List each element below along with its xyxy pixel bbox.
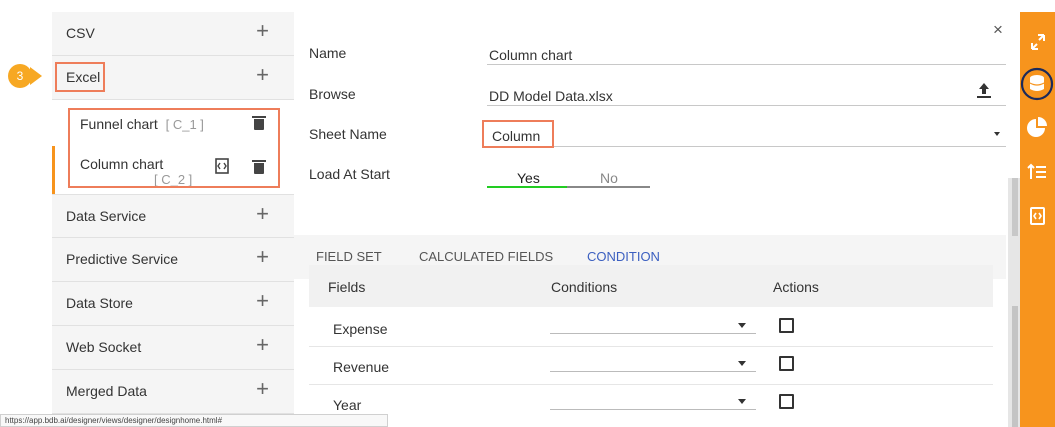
browse-label: Browse — [309, 86, 356, 102]
items-highlight-box — [68, 108, 280, 188]
connector-row-merged-data[interactable]: Merged Data + — [52, 370, 294, 414]
upload-icon[interactable] — [977, 83, 991, 99]
condition-select[interactable] — [550, 409, 756, 410]
action-checkbox[interactable] — [779, 318, 794, 333]
header-conditions: Conditions — [551, 279, 618, 295]
yes-selected-underline — [487, 186, 567, 188]
condition-grid-header: Fields Conditions Actions — [309, 265, 993, 307]
tab-field-set[interactable]: FIELD SET — [316, 249, 382, 264]
add-icon[interactable]: + — [256, 202, 269, 226]
condition-select[interactable] — [550, 333, 756, 334]
condition-select[interactable] — [550, 371, 756, 372]
load-no-option[interactable]: No — [600, 170, 618, 186]
connector-row-predictive-service[interactable]: Predictive Service + — [52, 238, 294, 282]
name-input[interactable]: Column chart — [489, 47, 572, 63]
sort-order-icon[interactable] — [1020, 152, 1055, 192]
connector-row-data-service[interactable]: Data Service + — [52, 194, 294, 238]
add-icon[interactable]: + — [256, 63, 269, 87]
pie-chart-icon[interactable] — [1020, 108, 1055, 148]
add-icon[interactable]: + — [256, 377, 269, 401]
sheet-name-label: Sheet Name — [309, 126, 387, 142]
sheet-highlight-box — [482, 120, 554, 148]
connector-label: Data Service — [66, 208, 147, 224]
connector-row-data-store[interactable]: Data Store + — [52, 282, 294, 326]
script-icon[interactable] — [1020, 196, 1055, 236]
no-underline — [567, 186, 650, 188]
connector-label: Predictive Service — [66, 251, 179, 267]
excel-highlight-box — [55, 62, 105, 92]
table-row: Revenue — [309, 347, 993, 385]
add-icon[interactable]: + — [256, 245, 269, 269]
name-underline — [487, 64, 1006, 65]
browse-input[interactable]: DD Model Data.xlsx — [489, 88, 613, 104]
field-name: Year — [333, 397, 362, 413]
load-yes-option[interactable]: Yes — [517, 170, 540, 186]
load-at-start-label: Load At Start — [309, 166, 390, 182]
browse-underline — [487, 105, 1006, 106]
properties-toolbar — [1020, 12, 1055, 427]
step-badge: 3 — [8, 64, 32, 88]
connector-label: Merged Data — [66, 383, 147, 399]
header-actions: Actions — [773, 279, 819, 295]
expand-icon[interactable] — [1020, 22, 1055, 62]
add-icon[interactable]: + — [256, 289, 269, 313]
step-arrow — [30, 67, 42, 85]
connector-label: Data Store — [66, 295, 133, 311]
chevron-down-icon[interactable] — [738, 399, 746, 404]
sheet-underline — [487, 146, 1006, 147]
action-checkbox[interactable] — [779, 356, 794, 371]
chevron-down-icon[interactable] — [738, 323, 746, 328]
scrollbar-thumb[interactable] — [1012, 306, 1018, 427]
field-name: Revenue — [333, 359, 390, 375]
chevron-down-icon[interactable] — [994, 132, 1000, 136]
connector-row-csv[interactable]: CSV + — [52, 12, 294, 56]
connector-label: CSV — [66, 25, 95, 41]
outer-scrollbar-thumb[interactable] — [1012, 178, 1018, 236]
header-fields: Fields — [328, 279, 366, 295]
connector-label: Web Socket — [66, 339, 142, 355]
table-row: Expense — [309, 309, 993, 347]
database-icon[interactable] — [1020, 63, 1055, 103]
action-checkbox[interactable] — [779, 394, 794, 409]
field-name: Expense — [333, 321, 388, 337]
table-row: Year — [309, 385, 993, 423]
tab-condition[interactable]: CONDITION — [587, 249, 660, 264]
add-icon[interactable]: + — [256, 19, 269, 43]
chevron-down-icon[interactable] — [738, 361, 746, 366]
close-button[interactable]: × — [993, 20, 1003, 40]
tab-calculated-fields[interactable]: CALCULATED FIELDS — [419, 249, 553, 264]
connector-row-web-socket[interactable]: Web Socket + — [52, 326, 294, 370]
name-label: Name — [309, 45, 347, 61]
add-icon[interactable]: + — [256, 333, 269, 357]
